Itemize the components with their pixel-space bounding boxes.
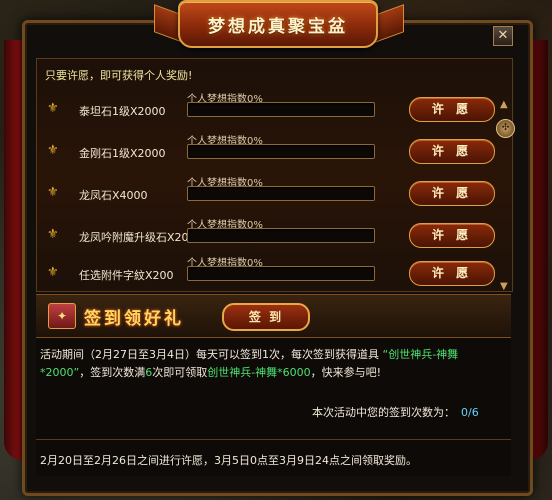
wish-item-name: 龙凤石X4000: [79, 189, 148, 202]
scrollbar[interactable]: ▲ ✣ ▼: [496, 99, 515, 292]
divider: [36, 439, 511, 440]
title-banner: 梦想成真聚宝盆: [178, 0, 378, 48]
desc-text: 次即可领取: [152, 366, 208, 379]
wish-button[interactable]: 许 愿: [409, 97, 495, 122]
signin-count-label: 本次活动中您的签到次数为：: [312, 406, 455, 419]
signin-title: 签到领好礼: [84, 309, 184, 329]
fleur-icon: ⚜: [47, 265, 59, 280]
wish-item-name: 任选附件字紋X200: [79, 269, 174, 282]
scroll-down-icon[interactable]: ▼: [500, 281, 508, 292]
signin-count: 本次活动中您的签到次数为： 0/6: [312, 404, 479, 420]
dream-progress-bar: [187, 228, 375, 243]
desc-text: ，快来参与吧!: [310, 366, 382, 379]
close-button[interactable]: ✕: [493, 26, 513, 46]
wish-panel: 只要许愿，即可获得个人奖励! ⚜ 泰坦石1级X2000 个人梦想指数0% 许 愿…: [36, 58, 515, 292]
signin-strip: ✦ 签到领好礼 签 到: [36, 294, 511, 338]
footer-note: 2月20日至2月26日之间进行许愿，3月5日0点至3月9日24点之间领取奖励。: [40, 454, 417, 467]
signin-count-value: 0/6: [461, 406, 479, 419]
window-title: 梦想成真聚宝盆: [208, 16, 348, 37]
signin-button[interactable]: 签 到: [222, 303, 310, 331]
fleur-icon: ⚜: [47, 185, 59, 200]
dream-progress-bar: [187, 266, 375, 281]
wish-button[interactable]: 许 愿: [409, 181, 495, 206]
reward-bonus: 创世神兵-神舞*6000: [207, 366, 311, 379]
wish-row: ⚜ 泰坦石1级X2000 个人梦想指数0% 许 愿: [37, 87, 497, 127]
desc-text: 活动期间（2月27日至3月4日）每天可以签到1次，每次签到获得道具: [40, 348, 379, 361]
dream-progress-bar: [187, 102, 375, 117]
wish-row: ⚜ 任选附件字紋X200 个人梦想指数0% 许 愿: [37, 251, 497, 291]
scroll-thumb[interactable]: ✣: [496, 119, 515, 138]
wish-item-name: 金刚石1级X2000: [79, 147, 166, 160]
wish-button[interactable]: 许 愿: [409, 139, 495, 164]
wish-item-name: 泰坦石1级X2000: [79, 105, 166, 118]
intro-text: 只要许愿，即可获得个人奖励!: [45, 69, 193, 82]
dream-progress-bar: [187, 186, 375, 201]
fleur-icon: ⚜: [47, 143, 59, 158]
wish-row: ⚜ 金刚石1级X2000 个人梦想指数0% 许 愿: [37, 129, 497, 169]
fleur-icon: ⚜: [47, 227, 59, 242]
wish-item-name: 龙凤吟附魔升级石X2000: [79, 231, 203, 244]
wish-button[interactable]: 许 愿: [409, 261, 495, 286]
fleur-icon: ⚜: [47, 101, 59, 116]
wish-button[interactable]: 许 愿: [409, 223, 495, 248]
wish-row: ⚜ 龙凤吟附魔升级石X2000 个人梦想指数0% 许 愿: [37, 213, 497, 253]
event-description: 活动期间（2月27日至3月4日）每天可以签到1次，每次签到获得道具 “创世神兵-…: [40, 346, 506, 382]
info-panel: 活动期间（2月27日至3月4日）每天可以签到1次，每次签到获得道具 “创世神兵-…: [36, 338, 511, 476]
scroll-up-icon[interactable]: ▲: [500, 99, 508, 110]
dream-progress-bar: [187, 144, 375, 159]
gift-box-icon: ✦: [48, 303, 76, 329]
wish-row: ⚜ 龙凤石X4000 个人梦想指数0% 许 愿: [37, 171, 497, 211]
close-icon: ✕: [497, 28, 509, 43]
desc-text: ，签到次数满: [79, 366, 146, 379]
